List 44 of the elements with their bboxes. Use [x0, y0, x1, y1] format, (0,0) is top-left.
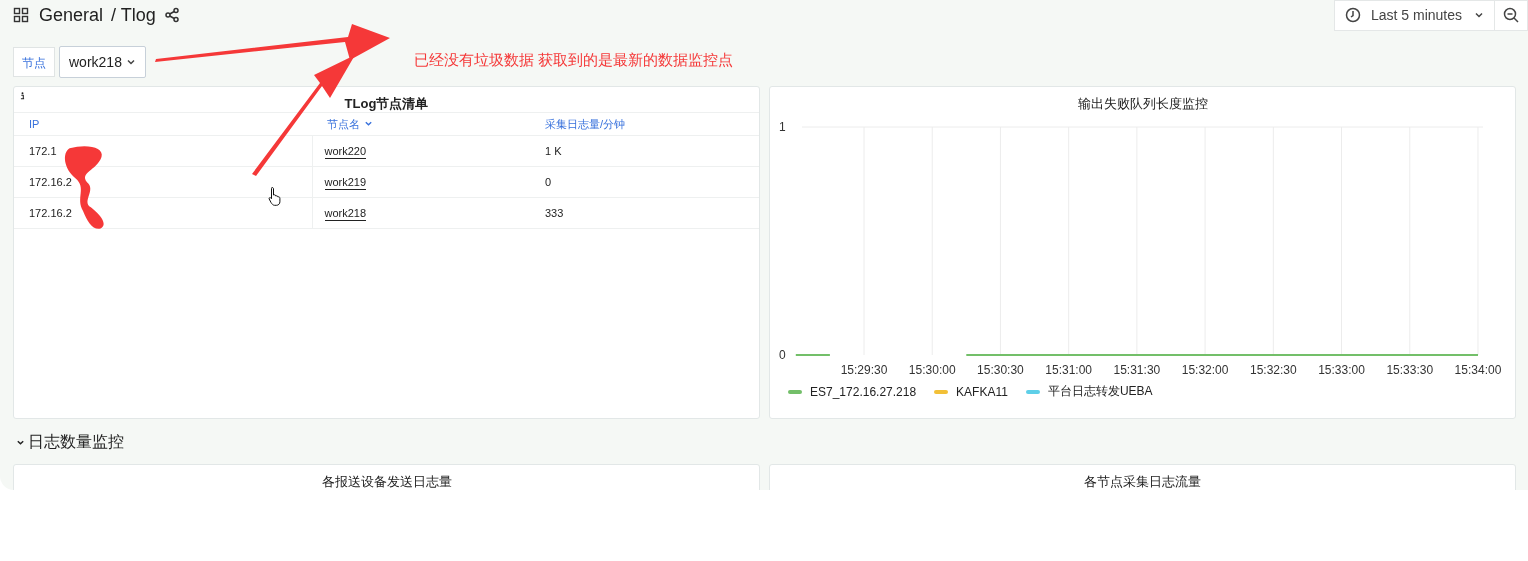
hand-cursor-icon [268, 186, 282, 206]
time-range-picker[interactable]: Last 5 minutes [1333, 0, 1495, 31]
x-axis-label: 15:29:30 [840, 363, 888, 377]
panel-title: 各报送设备发送日志量 [320, 473, 453, 489]
row-header[interactable]: 日志数量监控 [16, 431, 128, 453]
node-link[interactable]: work218 [324, 207, 367, 221]
caret-icon [125, 57, 136, 67]
legend-label[interactable]: KAFKA11 [956, 384, 1008, 399]
x-axis-label: 15:33:00 [1318, 363, 1365, 377]
legend-label[interactable]: 平台日志转发UEBA [1047, 383, 1153, 400]
panel-title: TLog节点清单 [343, 95, 430, 111]
info-icon[interactable] [20, 92, 25, 100]
x-axis-label: 15:34:00 [1454, 363, 1502, 377]
x-axis-label: 15:32:30 [1249, 363, 1297, 377]
panel-title: 各节点采集日志流量 [1083, 473, 1202, 489]
clock-icon [1344, 7, 1361, 23]
panel-title: 输出失败队列长度监控 [1076, 95, 1209, 111]
table-cell: 1 K [530, 135, 759, 167]
zoom-out-icon [1503, 7, 1519, 23]
x-axis-label: 15:30:00 [908, 363, 956, 377]
x-axis-label: 15:33:30 [1386, 363, 1434, 377]
column-header[interactable]: IP [14, 112, 312, 136]
y-axis-label: 0 [779, 348, 786, 362]
zoom-out-button[interactable] [1495, 0, 1528, 31]
caret-icon [1474, 10, 1484, 20]
dashboard-grid-icon [13, 7, 29, 23]
dashboard-folder-link[interactable]: General [39, 4, 104, 26]
column-header[interactable]: 采集日志量/分钟 [530, 112, 759, 136]
dashboard-title: / Tlog [111, 4, 156, 26]
x-axis-label: 15:30:30 [977, 363, 1024, 377]
table-cell: 333 [530, 197, 759, 229]
column-header[interactable]: 节点名 [312, 112, 530, 136]
node-link[interactable]: work219 [324, 176, 367, 190]
legend-label[interactable]: ES7_172.16.27.218 [810, 384, 917, 399]
x-axis-label: 15:31:00 [1045, 363, 1092, 377]
table-cell: 0 [530, 166, 759, 198]
share-icon[interactable] [163, 7, 180, 23]
node-link[interactable]: work220 [324, 145, 367, 159]
annotation-text: 已经没有垃圾数据 获取到的是最新的数据监控点 [413, 51, 734, 70]
y-axis-label: 1 [779, 120, 786, 134]
x-axis-label: 15:31:30 [1113, 363, 1161, 377]
x-axis-label: 15:32:00 [1181, 363, 1229, 377]
variable-dropdown[interactable]: work218 [59, 46, 146, 78]
variable-label: 节点 [13, 47, 55, 77]
